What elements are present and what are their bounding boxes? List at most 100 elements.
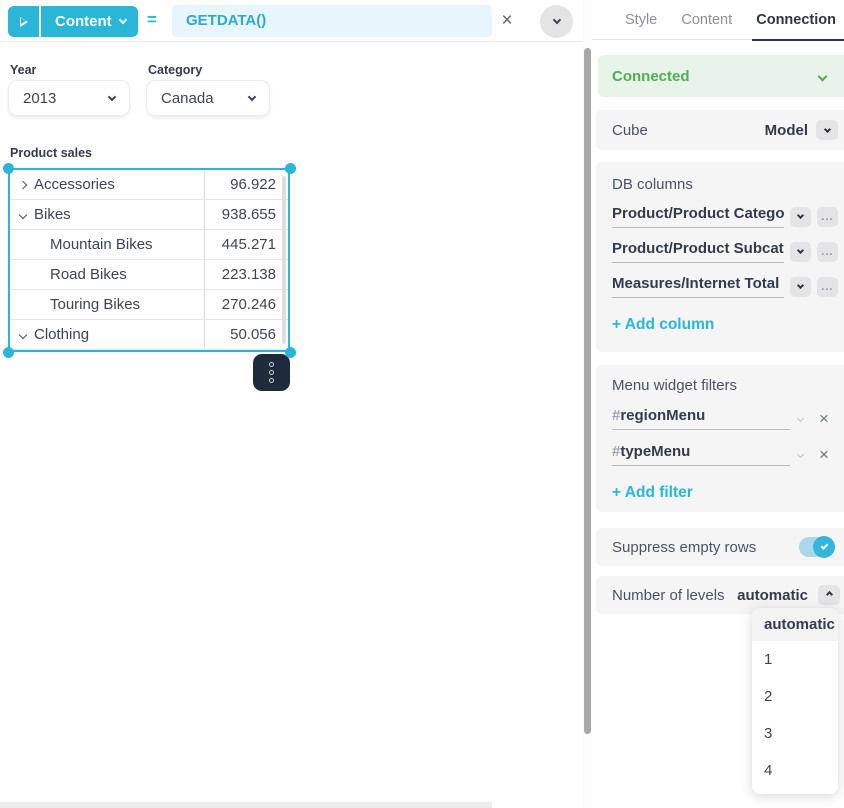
db-columns-section: DB columns Product/Product Category ... … bbox=[596, 162, 844, 352]
db-column-field[interactable]: Measures/Internet Total Sal bbox=[612, 275, 784, 298]
suppress-rows-section: Suppress empty rows bbox=[596, 528, 844, 566]
dropdown-option-automatic[interactable]: automatic bbox=[752, 608, 838, 641]
table-row[interactable]: Road Bikes 223.138 bbox=[10, 260, 288, 290]
collapse-icon[interactable] bbox=[19, 210, 27, 218]
chevron-down-icon bbox=[797, 212, 804, 219]
db-column-dropdown-button[interactable] bbox=[790, 242, 811, 262]
tab-content[interactable]: Content bbox=[681, 12, 732, 28]
add-filter-button[interactable]: + Add filter bbox=[612, 484, 693, 502]
kebab-icon bbox=[269, 362, 274, 367]
check-icon bbox=[820, 542, 828, 550]
chevron-down-icon bbox=[797, 282, 804, 289]
db-column-more-button[interactable]: ... bbox=[817, 242, 838, 262]
selection-handle-bottom-left[interactable] bbox=[3, 347, 14, 358]
db-column-field[interactable]: Product/Product Category bbox=[612, 205, 784, 228]
dropdown-option-2[interactable]: 2 bbox=[752, 678, 838, 715]
vertical-scrollbar-thumb[interactable] bbox=[584, 48, 591, 734]
row-value: 223.138 bbox=[205, 260, 288, 289]
settings-panel: Style Content Connection Connected Cube … bbox=[592, 0, 844, 808]
chevron-down-icon[interactable] bbox=[797, 451, 804, 458]
year-select[interactable]: 2013 bbox=[8, 80, 130, 116]
dropdown-option-3[interactable]: 3 bbox=[752, 715, 838, 752]
selection-handle-top-left[interactable] bbox=[3, 163, 14, 174]
suppress-rows-toggle[interactable] bbox=[799, 537, 834, 557]
chevron-down-icon bbox=[818, 71, 828, 81]
dropdown-option-1[interactable]: 1 bbox=[752, 641, 838, 678]
row-label: Touring Bikes bbox=[50, 296, 140, 313]
chevron-down-icon bbox=[552, 16, 560, 24]
vertical-scrollbar[interactable] bbox=[583, 0, 592, 808]
table-scrollbar[interactable] bbox=[282, 176, 286, 344]
year-value: 2013 bbox=[23, 90, 56, 107]
remove-filter-icon[interactable]: × bbox=[819, 447, 829, 463]
chevron-up-icon bbox=[825, 590, 832, 597]
tab-style[interactable]: Style bbox=[625, 12, 657, 28]
formula-input[interactable] bbox=[172, 5, 492, 37]
db-column-dropdown-button[interactable] bbox=[790, 207, 811, 227]
run-button[interactable] bbox=[8, 6, 41, 37]
chevron-down-icon bbox=[248, 93, 256, 101]
cube-select-button[interactable] bbox=[816, 120, 838, 140]
row-value: 270.246 bbox=[205, 290, 288, 319]
row-label: Mountain Bikes bbox=[50, 236, 153, 253]
panel-tabs: Style Content Connection bbox=[592, 0, 844, 40]
collapse-formula-button[interactable] bbox=[540, 5, 573, 38]
db-column-row: Product/Product Subcategor ... bbox=[612, 240, 838, 263]
row-value: 938.655 bbox=[205, 200, 288, 229]
row-label: Road Bikes bbox=[50, 266, 127, 283]
levels-label: Number of levels bbox=[612, 587, 725, 604]
category-label: Category bbox=[148, 63, 202, 77]
row-value: 50.056 bbox=[205, 320, 288, 349]
chevron-down-icon bbox=[823, 125, 830, 132]
db-column-row: Measures/Internet Total Sal ... bbox=[612, 275, 838, 298]
remove-filter-icon[interactable]: × bbox=[819, 411, 829, 427]
horizontal-scrollbar[interactable] bbox=[0, 802, 492, 808]
formula-bar: Content = × bbox=[0, 0, 583, 42]
chevron-down-icon bbox=[108, 93, 116, 101]
active-tab-indicator bbox=[752, 39, 844, 42]
row-label: Accessories bbox=[34, 176, 115, 193]
row-label: Bikes bbox=[34, 206, 71, 223]
menu-filter-field[interactable]: #regionMenu bbox=[612, 407, 790, 430]
menu-filter-row: #typeMenu × bbox=[612, 443, 838, 466]
menu-filter-field[interactable]: #typeMenu bbox=[612, 443, 790, 466]
cube-section: Cube Model bbox=[596, 110, 844, 150]
selection-handle-top-right[interactable] bbox=[285, 163, 296, 174]
widget-type-dropdown[interactable]: Content bbox=[41, 6, 138, 37]
levels-value: automatic bbox=[737, 587, 808, 604]
table-row[interactable]: Clothing 50.056 bbox=[10, 320, 288, 350]
toggle-knob bbox=[813, 536, 835, 558]
add-column-button[interactable]: + Add column bbox=[612, 316, 714, 334]
db-column-field[interactable]: Product/Product Subcategor bbox=[612, 240, 784, 263]
chevron-down-icon[interactable] bbox=[797, 415, 804, 422]
app-window: Content = × Year 2013 Category Canada Pr… bbox=[0, 0, 844, 808]
levels-dropdown-button[interactable] bbox=[818, 585, 840, 605]
dropdown-option-4[interactable]: 4 bbox=[752, 752, 838, 789]
widget-run-group[interactable]: Content bbox=[8, 6, 138, 37]
year-label: Year bbox=[10, 63, 36, 77]
close-icon[interactable]: × bbox=[496, 9, 518, 33]
menu-filter-row: #regionMenu × bbox=[612, 407, 838, 430]
expand-icon[interactable] bbox=[19, 180, 27, 188]
table-row[interactable]: Mountain Bikes 445.271 bbox=[10, 230, 288, 260]
product-sales-table[interactable]: Accessories 96.922 Bikes 938.655 Mountai… bbox=[8, 168, 290, 352]
db-column-row: Product/Product Category ... bbox=[612, 205, 838, 228]
play-icon bbox=[20, 17, 28, 27]
category-value: Canada bbox=[161, 90, 214, 107]
row-value: 445.271 bbox=[205, 230, 288, 259]
category-select[interactable]: Canada bbox=[146, 80, 270, 116]
db-column-more-button[interactable]: ... bbox=[817, 207, 838, 227]
selection-handle-bottom-right[interactable] bbox=[285, 347, 296, 358]
widget-options-button[interactable] bbox=[253, 354, 290, 391]
table-row[interactable]: Accessories 96.922 bbox=[10, 170, 288, 200]
db-column-dropdown-button[interactable] bbox=[790, 277, 811, 297]
collapse-icon[interactable] bbox=[19, 330, 27, 338]
db-column-more-button[interactable]: ... bbox=[817, 277, 838, 297]
db-columns-label: DB columns bbox=[612, 176, 838, 193]
widget-type-label: Content bbox=[55, 13, 112, 30]
table-row[interactable]: Touring Bikes 270.246 bbox=[10, 290, 288, 320]
connection-status-banner[interactable]: Connected bbox=[598, 55, 844, 97]
menu-filters-label: Menu widget filters bbox=[612, 377, 838, 394]
tab-connection[interactable]: Connection bbox=[756, 12, 836, 28]
table-row[interactable]: Bikes 938.655 bbox=[10, 200, 288, 230]
